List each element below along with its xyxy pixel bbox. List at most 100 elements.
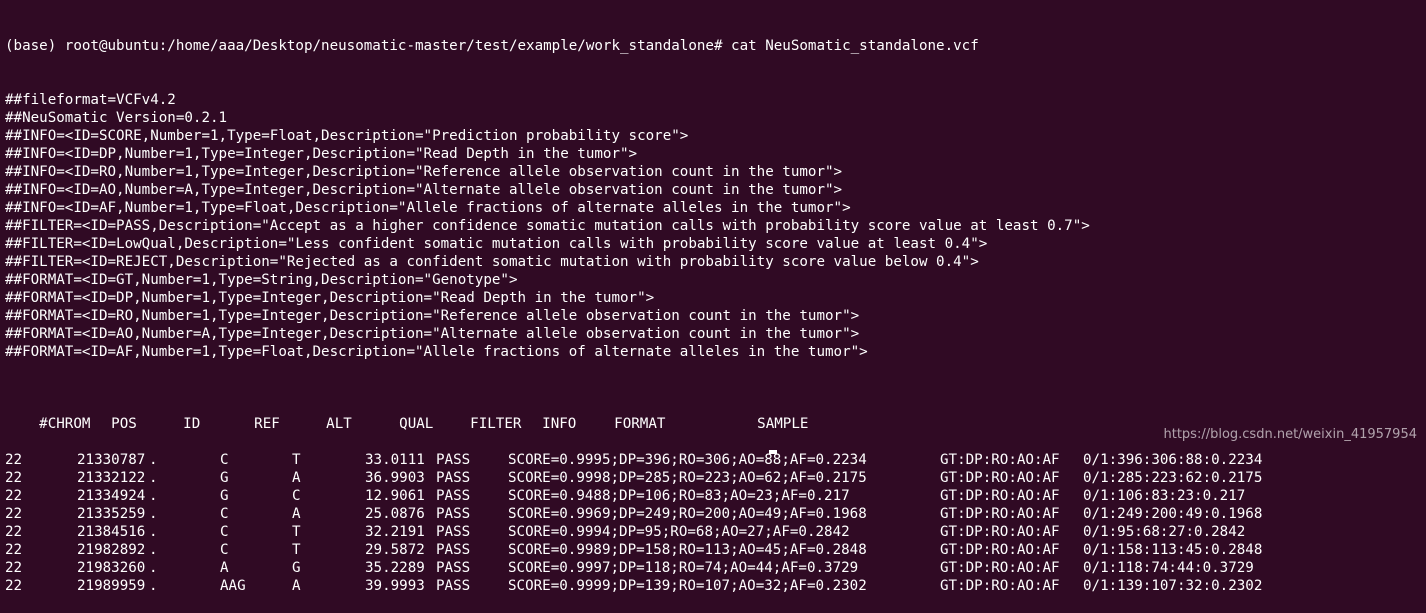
column-header-ref: REF: [254, 416, 280, 432]
cell-chrom: 22: [5, 470, 23, 486]
vcf-header-line: ##INFO=<ID=AF,Number=1,Type=Float,Descri…: [5, 200, 851, 216]
cell-chrom: 22: [5, 524, 23, 540]
vcf-header-line: ##FILTER=<ID=LowQual,Description="Less c…: [5, 236, 988, 252]
cell-ref: G: [220, 488, 229, 504]
cell-chrom: 22: [5, 560, 23, 576]
column-header-id: ID: [183, 416, 201, 432]
cell-chrom: 22: [5, 488, 23, 504]
cell-chrom: 22: [5, 506, 23, 522]
vcf-header-line: ##INFO=<ID=RO,Number=1,Type=Integer,Desc…: [5, 164, 843, 180]
cell-qual: 39.9993: [365, 578, 425, 594]
cell-info: SCORE=0.9969;DP=249;RO=200;AO=49;AF=0.19…: [508, 506, 867, 522]
vcf-header-line: ##INFO=<ID=SCORE,Number=1,Type=Float,Des…: [5, 128, 689, 144]
cell-sample: 0/1:106:83:23:0.217: [1083, 488, 1246, 504]
cell-format: GT:DP:RO:AO:AF: [940, 578, 1060, 594]
vcf-record-row: 22 21384516. C T 32.2191 PASS SCORE=0.9994;DP=…: [5, 523, 1426, 541]
cell-qual: 35.2289: [365, 560, 425, 576]
cell-format: GT:DP:RO:AO:AF: [940, 470, 1060, 486]
vcf-header-line: ##FILTER=<ID=PASS,Description="Accept as…: [5, 218, 1090, 234]
cell-qual: 29.5872: [365, 542, 425, 558]
column-header-qual: QUAL: [399, 416, 434, 432]
cell-qual: 36.9903: [365, 470, 425, 486]
cell-ref: C: [220, 542, 229, 558]
cell-filter: PASS: [436, 470, 471, 486]
cell-pos: 21332122: [77, 470, 146, 486]
column-header-filter: FILTER: [470, 416, 522, 432]
cell-alt: A: [292, 470, 301, 486]
shell-prompt-line: (base) root@ubuntu:/home/aaa/Desktop/neu…: [5, 38, 979, 54]
cell-format: GT:DP:RO:AO:AF: [940, 524, 1060, 540]
column-header-pos: POS: [111, 416, 137, 432]
cell-id: .: [149, 542, 158, 558]
cell-format: GT:DP:RO:AO:AF: [940, 560, 1060, 576]
cell-pos: 21335259: [77, 506, 146, 522]
cell-pos: 21983260: [77, 560, 146, 576]
cell-ref: AAG: [220, 578, 246, 594]
vcf-record-row: 22 21983260. A G 35.2289 PASS SCORE=0.9997;DP=…: [5, 559, 1426, 577]
cell-ref: C: [220, 524, 229, 540]
cell-alt: C: [292, 488, 301, 504]
vcf-column-header-row: #CHROM POS ID REF ALT QUAL FILTER INFO FORMAT SAM…: [5, 397, 1426, 432]
vcf-record-row: 22 21335259. C A 25.0876 PASS SCORE=0.9969;DP=…: [5, 505, 1426, 523]
cell-sample: 0/1:285:223:62:0.2175: [1083, 470, 1263, 486]
vcf-records: 22 21330787. C T 33.0111 PASS SCORE=0.9995;DP=…: [5, 451, 1426, 595]
cell-sample: 0/1:95:68:27:0.2842: [1083, 524, 1246, 540]
vcf-header-line: ##FORMAT=<ID=GT,Number=1,Type=String,Des…: [5, 272, 518, 288]
vcf-header-block: ##fileformat=VCFv4.2 ##NeuSomatic Version…: [5, 91, 1426, 361]
cell-id: .: [149, 560, 158, 576]
column-header-chrom: #CHROM: [39, 416, 91, 432]
vcf-header-line: ##fileformat=VCFv4.2: [5, 92, 176, 108]
vcf-header-line: ##FORMAT=<ID=AO,Number=A,Type=Integer,De…: [5, 326, 860, 342]
cell-qual: 25.0876: [365, 506, 425, 522]
cell-ref: A: [220, 560, 229, 576]
vcf-header-line: ##FORMAT=<ID=AF,Number=1,Type=Float,Desc…: [5, 344, 868, 360]
cell-ref: G: [220, 470, 229, 486]
cell-alt: T: [292, 524, 301, 540]
column-header-info: INFO: [542, 416, 577, 432]
cell-format: GT:DP:RO:AO:AF: [940, 506, 1060, 522]
vcf-header-line: ##FORMAT=<ID=DP,Number=1,Type=Integer,De…: [5, 290, 655, 306]
terminal-window[interactable]: (base) root@ubuntu:/home/aaa/Desktop/neu…: [0, 0, 1426, 594]
cell-info: SCORE=0.9999;DP=139;RO=107;AO=32;AF=0.23…: [508, 578, 867, 594]
cell-filter: PASS: [436, 578, 471, 594]
cell-format: GT:DP:RO:AO:AF: [940, 488, 1060, 504]
vcf-header-line: ##FORMAT=<ID=RO,Number=1,Type=Integer,De…: [5, 308, 860, 324]
cell-pos: 21989959: [77, 578, 146, 594]
cell-qual: 32.2191: [365, 524, 425, 540]
cell-sample: 0/1:118:74:44:0.3729: [1083, 560, 1254, 576]
cell-sample: 0/1:158:113:45:0.2848: [1083, 542, 1263, 558]
column-header-alt: ALT: [326, 416, 352, 432]
cell-ref: C: [220, 506, 229, 522]
cell-alt: A: [292, 506, 301, 522]
cell-pos: 21334924: [77, 488, 146, 504]
cell-chrom: 22: [5, 578, 23, 594]
cell-alt: G: [292, 560, 301, 576]
vcf-header-line: ##INFO=<ID=AO,Number=A,Type=Integer,Desc…: [5, 182, 843, 198]
cell-info: SCORE=0.9998;DP=285;RO=223;AO=62;AF=0.21…: [508, 470, 867, 486]
vcf-record-row: 22 21332122. G A 36.9903 PASS SCORE=0.9998;DP=…: [5, 469, 1426, 487]
cell-filter: PASS: [436, 524, 471, 540]
cell-id: .: [149, 488, 158, 504]
cell-filter: PASS: [436, 506, 471, 522]
cell-pos: 21982892: [77, 542, 146, 558]
cell-format: GT:DP:RO:AO:AF: [940, 542, 1060, 558]
cell-info: SCORE=0.9994;DP=95;RO=68;AO=27;AF=0.2842: [508, 524, 850, 540]
cell-pos: 21384516: [77, 524, 146, 540]
cell-id: .: [149, 524, 158, 540]
cell-sample: 0/1:249:200:49:0.1968: [1083, 506, 1263, 522]
vcf-record-row: 22 21989959. AAG A 39.9993 PASS SCORE=0.9999;D…: [5, 577, 1426, 595]
vcf-record-row: 22 21334924. G C 12.9061 PASS SCORE=0.9488;DP=…: [5, 487, 1426, 505]
cell-alt: T: [292, 542, 301, 558]
cell-qual: 12.9061: [365, 488, 425, 504]
cell-id: .: [149, 506, 158, 522]
watermark: https://blog.csdn.net/weixin_41957954: [1163, 427, 1417, 442]
cell-chrom: 22: [5, 542, 23, 558]
vcf-record-row: 22 21982892. C T 29.5872 PASS SCORE=0.9989;DP=…: [5, 541, 1426, 559]
column-header-format: FORMAT: [614, 416, 666, 432]
cell-id: .: [149, 470, 158, 486]
column-header-sample: SAMPLE: [757, 416, 809, 432]
cell-filter: PASS: [436, 542, 471, 558]
cell-alt: A: [292, 578, 301, 594]
cell-filter: PASS: [436, 560, 471, 576]
vcf-header-line: ##FILTER=<ID=REJECT,Description="Rejecte…: [5, 254, 979, 270]
